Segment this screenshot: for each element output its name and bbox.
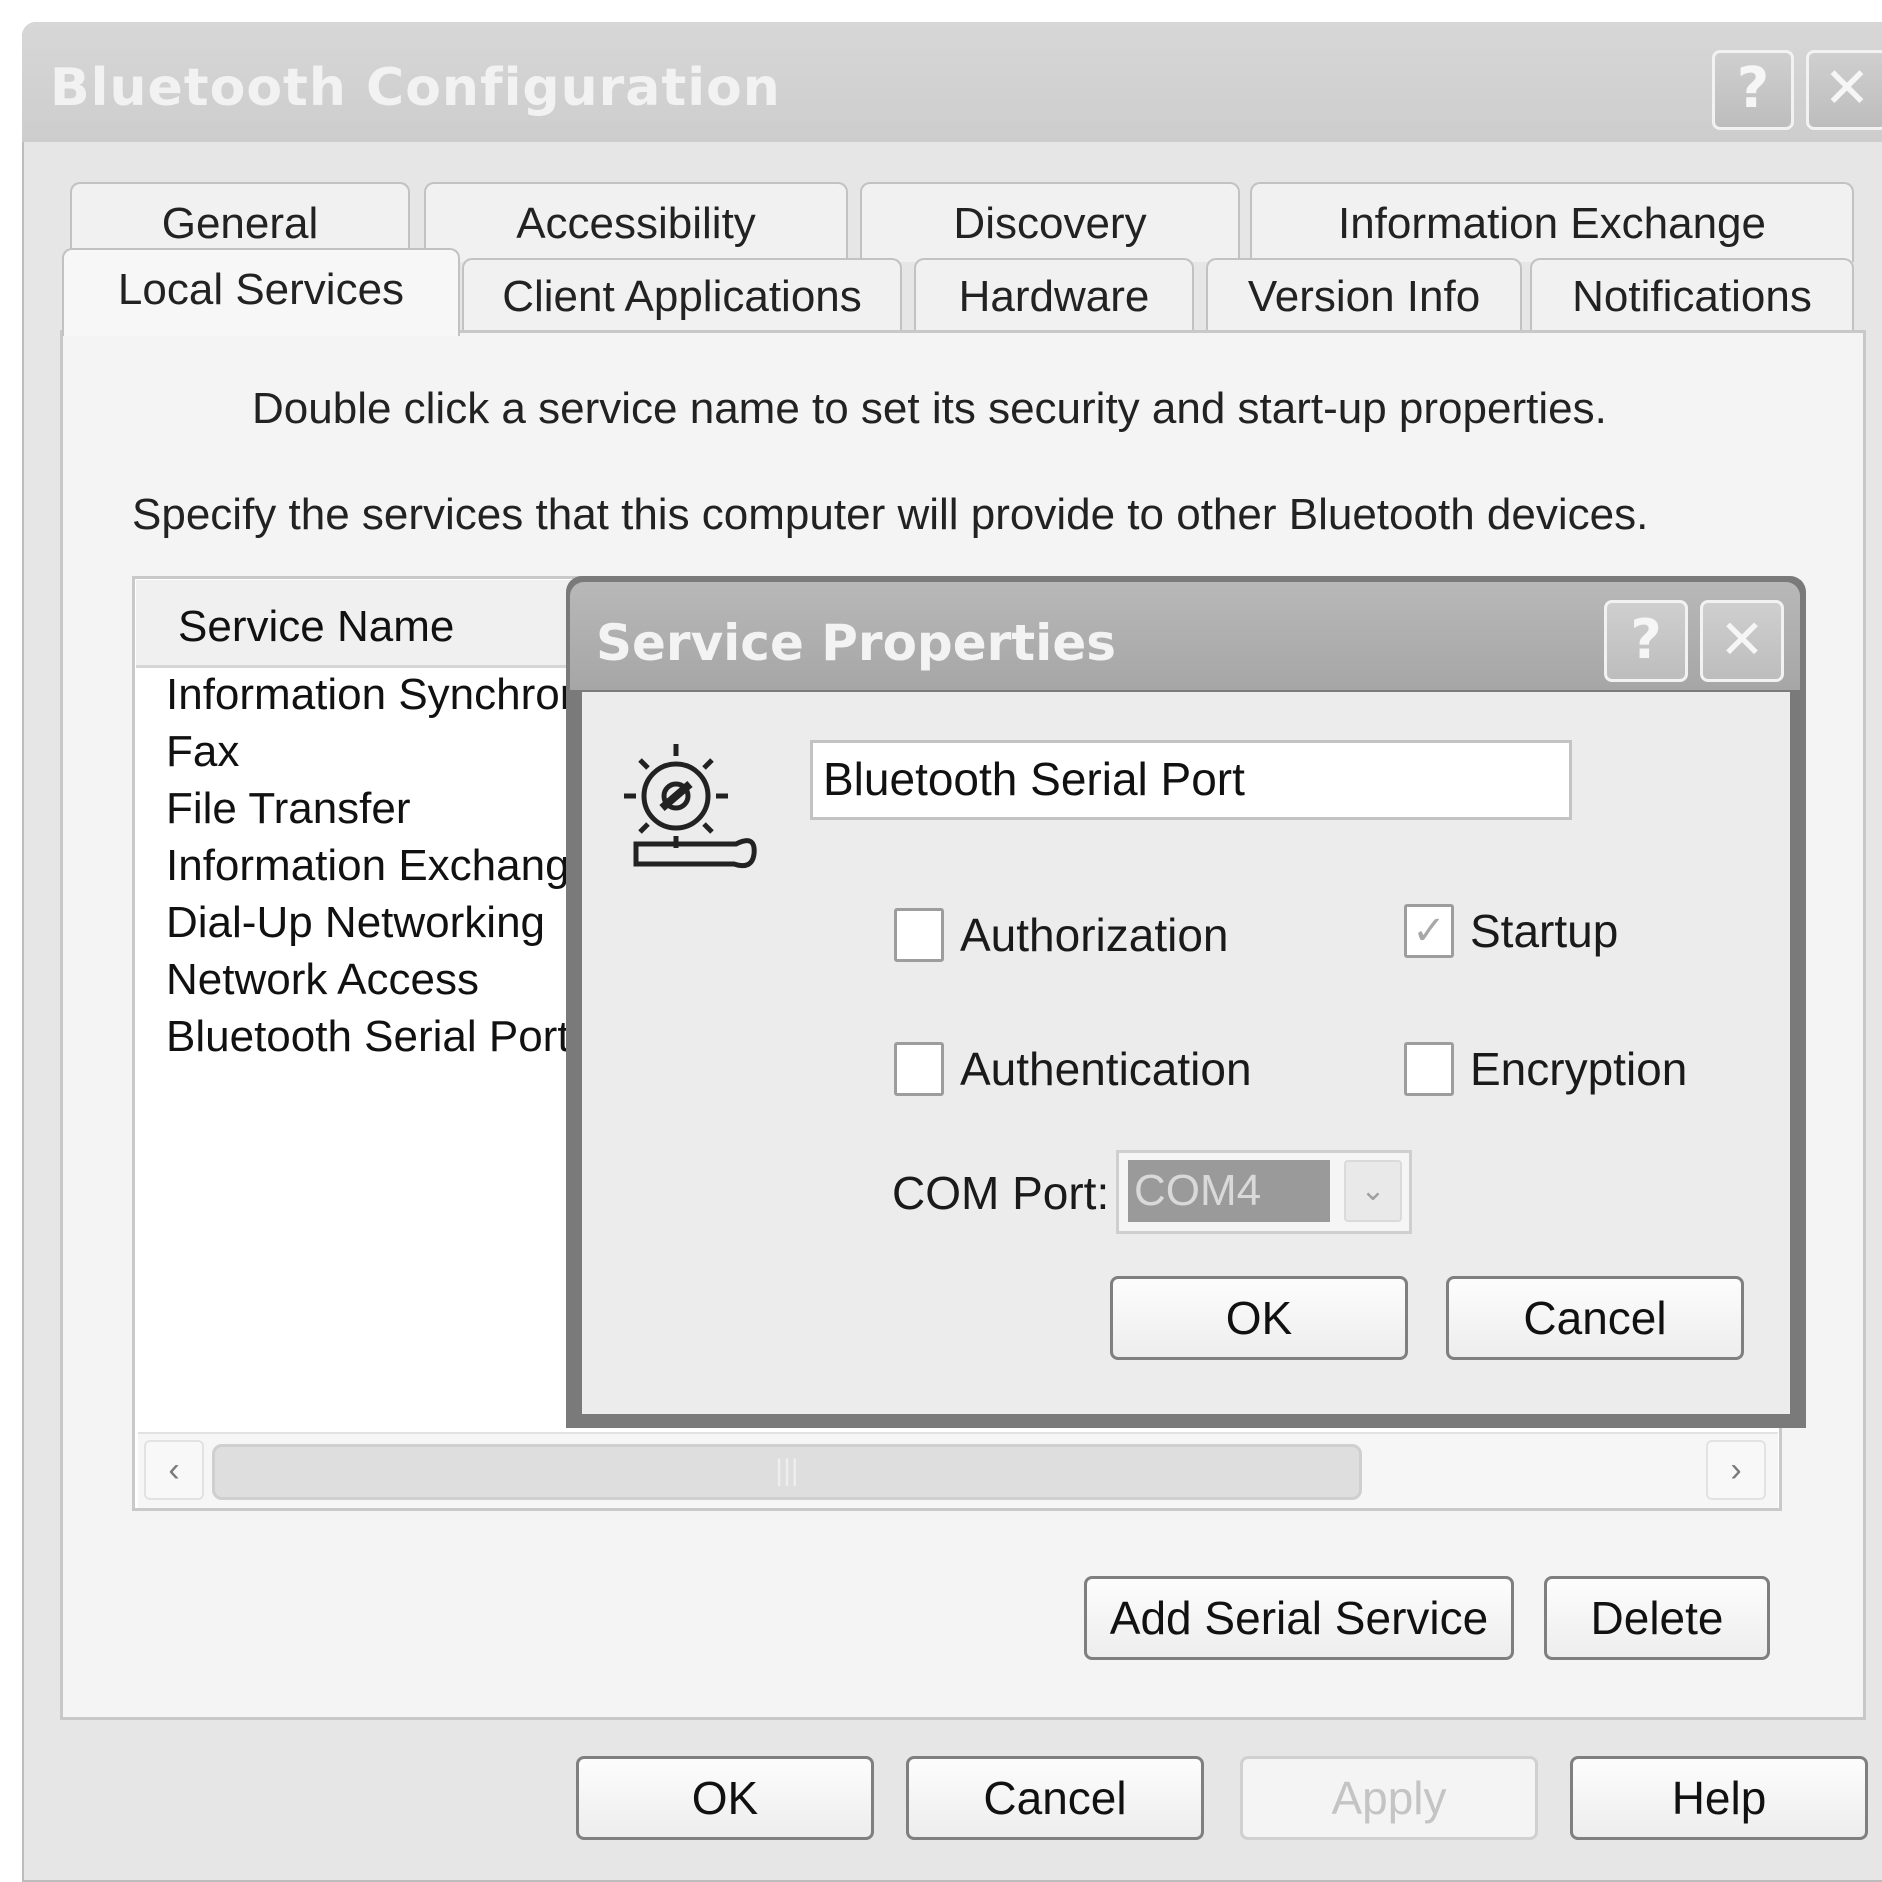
- close-button[interactable]: ✕: [1806, 50, 1882, 130]
- tab-local-services[interactable]: Local Services: [62, 248, 460, 336]
- tab-hardware[interactable]: Hardware: [914, 258, 1194, 332]
- authorization-checkbox[interactable]: [894, 908, 944, 962]
- scroll-left-icon[interactable]: ‹: [144, 1440, 204, 1500]
- tab-version-info[interactable]: Version Info: [1206, 258, 1522, 332]
- window-title: Bluetooth Configuration: [50, 58, 781, 118]
- hint-text: Double click a service name to set its s…: [252, 384, 1607, 433]
- service-properties-help-button[interactable]: ?: [1604, 600, 1688, 682]
- list-item[interactable]: Information Synchror: [166, 670, 574, 720]
- list-item[interactable]: Information Exchang: [166, 841, 570, 891]
- service-properties-close-button[interactable]: ✕: [1700, 600, 1784, 682]
- chevron-down-icon[interactable]: ⌄: [1344, 1160, 1402, 1222]
- apply-button[interactable]: Apply: [1240, 1756, 1538, 1840]
- authorization-label: Authorization: [960, 909, 1229, 961]
- list-item[interactable]: Dial-Up Networking: [166, 898, 545, 948]
- scroll-thumb[interactable]: |||: [212, 1444, 1362, 1500]
- tab-discovery[interactable]: Discovery: [860, 182, 1240, 262]
- add-serial-service-button[interactable]: Add Serial Service: [1084, 1576, 1514, 1660]
- help-button-footer[interactable]: Help: [1570, 1756, 1868, 1840]
- service-properties-title: Service Properties: [596, 614, 1116, 672]
- service-name-field[interactable]: Bluetooth Serial Port: [810, 740, 1572, 820]
- tab-client-applications[interactable]: Client Applications: [462, 258, 902, 332]
- list-item[interactable]: Fax: [166, 727, 239, 777]
- authentication-label: Authentication: [960, 1043, 1252, 1095]
- list-item[interactable]: Network Access: [166, 955, 479, 1005]
- com-port-label: COM Port:: [892, 1167, 1110, 1219]
- authentication-checkbox[interactable]: [894, 1042, 944, 1096]
- com-port-value[interactable]: COM4: [1128, 1160, 1330, 1222]
- tab-accessibility[interactable]: Accessibility: [424, 182, 848, 262]
- encryption-label: Encryption: [1470, 1043, 1688, 1095]
- description-text: Specify the services that this computer …: [132, 490, 1649, 539]
- list-item[interactable]: Bluetooth Serial Port: [166, 1012, 570, 1062]
- encryption-checkbox[interactable]: [1404, 1042, 1454, 1096]
- startup-label: Startup: [1470, 905, 1619, 957]
- startup-checkbox[interactable]: ✓: [1404, 904, 1454, 958]
- ok-button[interactable]: OK: [576, 1756, 874, 1840]
- list-item[interactable]: File Transfer: [166, 784, 411, 834]
- service-properties-cancel-button[interactable]: Cancel: [1446, 1276, 1744, 1360]
- tab-information-exchange[interactable]: Information Exchange: [1250, 182, 1854, 262]
- cancel-button[interactable]: Cancel: [906, 1756, 1204, 1840]
- gear-wrench-icon: [616, 734, 766, 874]
- tab-notifications[interactable]: Notifications: [1530, 258, 1854, 332]
- column-header-service-name[interactable]: Service Name: [178, 602, 454, 652]
- delete-button[interactable]: Delete: [1544, 1576, 1770, 1660]
- scroll-right-icon[interactable]: ›: [1706, 1440, 1766, 1500]
- service-properties-ok-button[interactable]: OK: [1110, 1276, 1408, 1360]
- help-button[interactable]: ?: [1712, 50, 1794, 130]
